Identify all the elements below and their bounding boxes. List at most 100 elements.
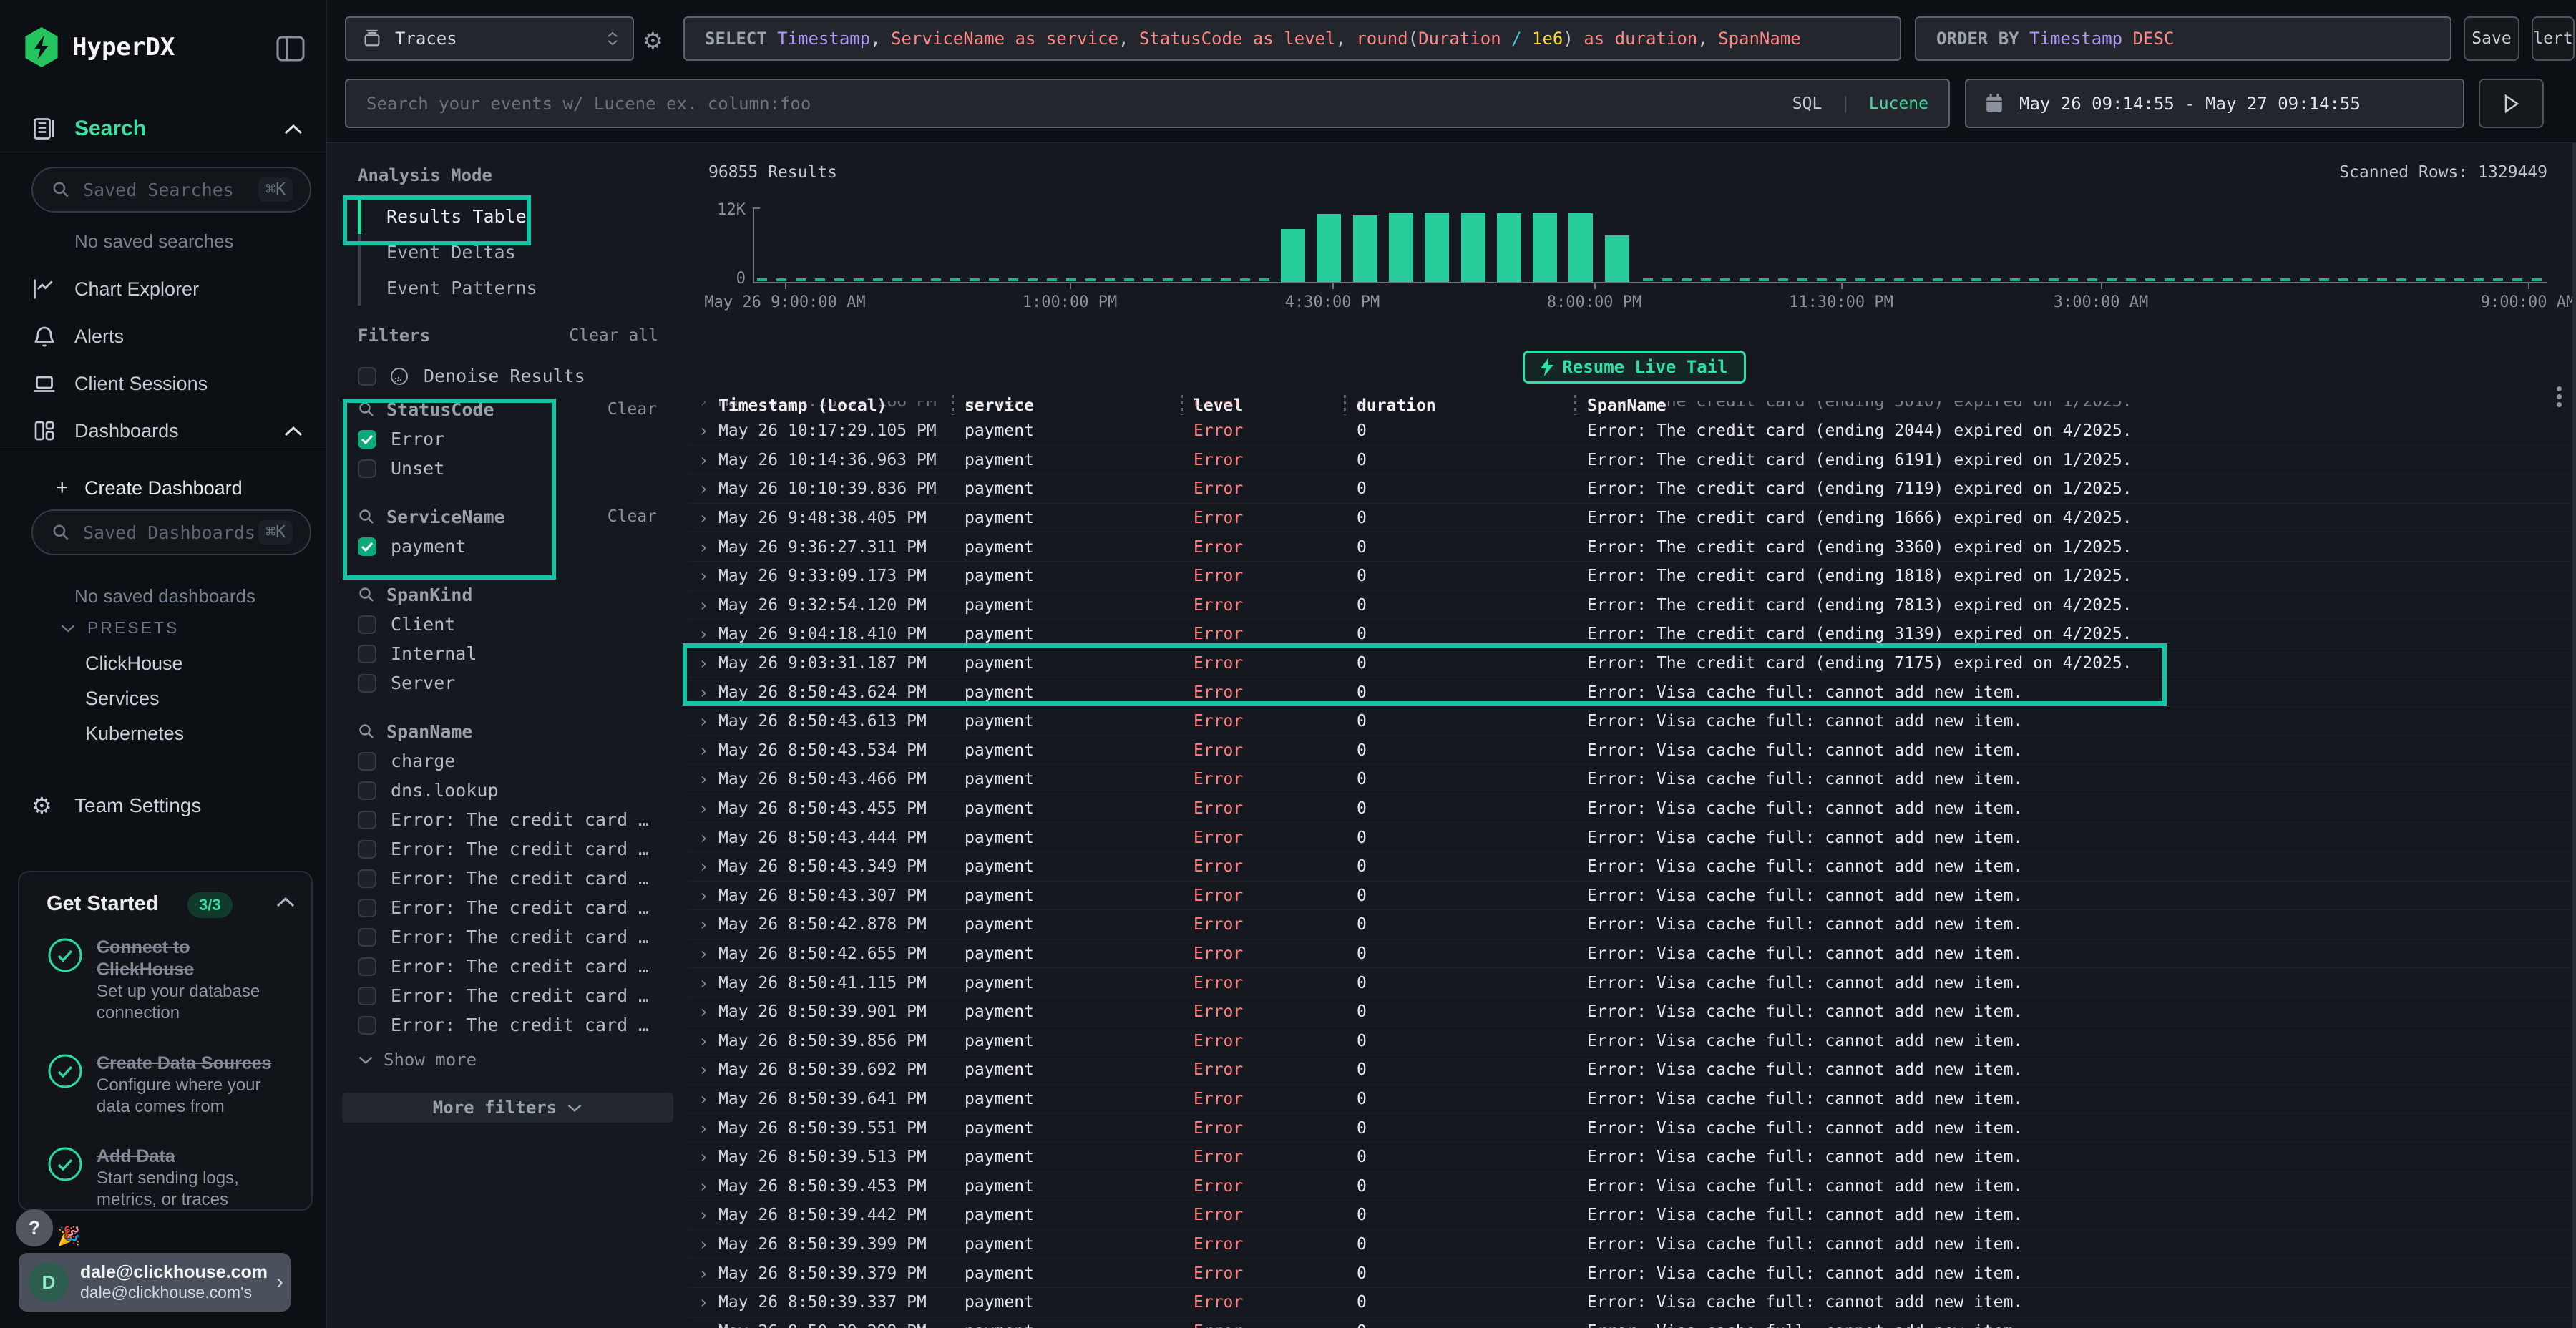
saved-searches-input[interactable]: Saved Searches ⌘K: [31, 167, 311, 213]
source-select[interactable]: Traces: [345, 16, 634, 61]
get-started-step[interactable]: Connect to ClickHouse Set up your databa…: [47, 937, 297, 1024]
checkbox-unchecked[interactable]: [358, 645, 376, 663]
row-expand-chevron-icon[interactable]: ›: [698, 1085, 708, 1114]
table-row[interactable]: ›May 26 8:50:39.641 PMpaymentError0Error…: [688, 1085, 2570, 1114]
row-expand-chevron-icon[interactable]: ›: [698, 474, 708, 504]
filter-option[interactable]: Error: The credit card …: [358, 893, 673, 922]
sidebar-item-alerts[interactable]: Alerts: [0, 316, 327, 356]
table-row[interactable]: ›May 26 8:50:43.349 PMpaymentError0Error…: [688, 852, 2570, 882]
filter-option[interactable]: Error: The credit card …: [358, 922, 673, 952]
row-expand-chevron-icon[interactable]: ›: [698, 707, 708, 736]
table-row[interactable]: ›May 26 9:36:27.311 PMpaymentError0Error…: [688, 532, 2570, 562]
row-expand-chevron-icon[interactable]: ›: [698, 1172, 708, 1201]
row-expand-chevron-icon[interactable]: ›: [698, 504, 708, 533]
denoise-results-toggle[interactable]: Denoise Results: [358, 361, 658, 391]
sql-orderby-editor[interactable]: ORDER BY Timestamp DESC: [1915, 16, 2451, 61]
filter-option[interactable]: Internal: [358, 639, 673, 668]
table-row[interactable]: ›May 26 10:10:39.836 PMpaymentError0Erro…: [688, 474, 2570, 504]
checkbox-unchecked[interactable]: [358, 928, 376, 947]
checkbox-unchecked[interactable]: [358, 459, 376, 478]
row-expand-chevron-icon[interactable]: ›: [698, 532, 708, 562]
get-started-step[interactable]: Add Data Start sending logs, metrics, or…: [47, 1146, 297, 1211]
more-filters-button[interactable]: More filters: [342, 1093, 673, 1123]
mode-event-patterns[interactable]: Event Patterns: [358, 270, 658, 306]
row-expand-chevron-icon[interactable]: ›: [698, 1027, 708, 1056]
table-row[interactable]: ›May 26 8:50:39.513 PMpaymentError0Error…: [688, 1143, 2570, 1172]
checkbox-unchecked[interactable]: [358, 869, 376, 888]
row-expand-chevron-icon[interactable]: ›: [698, 968, 708, 997]
histogram-bar[interactable]: [1389, 213, 1413, 282]
filter-option[interactable]: Server: [358, 668, 673, 698]
histogram-bar[interactable]: [1533, 213, 1557, 282]
presets-toggle[interactable]: PRESETS: [60, 618, 179, 638]
filter-option[interactable]: Error: The credit card …: [358, 952, 673, 981]
table-row[interactable]: ›May 26 8:50:43.466 PMpaymentError0Error…: [688, 765, 2570, 794]
lucene-toggle[interactable]: Lucene: [1869, 94, 1928, 113]
filter-option[interactable]: Error: The credit card …: [358, 1010, 673, 1040]
histogram-bar[interactable]: [1568, 213, 1593, 282]
checkbox-checked[interactable]: [358, 537, 376, 556]
partial-table-row[interactable]: ›May 26 10:18:51.166 PMpaymentError0Erro…: [688, 401, 2570, 416]
sidebar-item-client-sessions[interactable]: Client Sessions: [0, 363, 327, 404]
checkbox-unchecked[interactable]: [358, 781, 376, 800]
table-row[interactable]: ›May 26 9:03:31.187 PMpaymentError0Error…: [688, 649, 2570, 678]
preset-services[interactable]: Services: [85, 688, 160, 710]
histogram-bar[interactable]: [1317, 214, 1341, 282]
table-row[interactable]: ›May 26 8:50:39.453 PMpaymentError0Error…: [688, 1172, 2570, 1201]
row-expand-chevron-icon[interactable]: ›: [698, 401, 708, 416]
row-expand-chevron-icon[interactable]: ›: [698, 1230, 708, 1259]
row-expand-chevron-icon[interactable]: ›: [698, 1113, 708, 1143]
table-row[interactable]: ›May 26 8:50:43.534 PMpaymentError0Error…: [688, 736, 2570, 766]
histogram-bar[interactable]: [1353, 215, 1377, 283]
sidebar-item-team-settings[interactable]: ⚙ Team Settings: [0, 786, 327, 826]
clear-filter-link[interactable]: Clear: [608, 400, 657, 419]
date-range-picker[interactable]: May 26 09:14:55 - May 27 09:14:55: [1965, 79, 2464, 128]
filter-option[interactable]: Client: [358, 610, 673, 639]
row-expand-chevron-icon[interactable]: ›: [698, 794, 708, 824]
row-expand-chevron-icon[interactable]: ›: [698, 1055, 708, 1085]
checkbox-unchecked[interactable]: [358, 957, 376, 976]
checkbox-unchecked[interactable]: [358, 811, 376, 829]
table-row[interactable]: ›May 26 10:14:36.963 PMpaymentError0Erro…: [688, 446, 2570, 475]
row-expand-chevron-icon[interactable]: ›: [698, 1259, 708, 1288]
checkbox-unchecked[interactable]: [358, 367, 376, 386]
filter-option[interactable]: payment: [358, 532, 673, 561]
row-expand-chevron-icon[interactable]: ›: [698, 562, 708, 591]
table-row[interactable]: ›May 26 9:04:18.410 PMpaymentError0Error…: [688, 620, 2570, 649]
table-row[interactable]: ›May 26 8:50:42.878 PMpaymentError0Error…: [688, 910, 2570, 939]
table-row[interactable]: ›May 26 9:33:09.173 PMpaymentError0Error…: [688, 562, 2570, 591]
table-row[interactable]: ›May 26 8:50:43.624 PMpaymentError0Error…: [688, 678, 2570, 707]
chevron-up-icon[interactable]: [275, 897, 296, 912]
get-started-step[interactable]: Create Data Sources Configure where your…: [47, 1053, 297, 1118]
alerts-button[interactable]: Alerts: [2532, 16, 2575, 61]
table-row[interactable]: ›May 26 8:50:39.399 PMpaymentError0Error…: [688, 1230, 2570, 1259]
row-expand-chevron-icon[interactable]: ›: [698, 591, 708, 620]
row-expand-chevron-icon[interactable]: ›: [698, 765, 708, 794]
histogram-bar[interactable]: [1497, 213, 1521, 282]
row-expand-chevron-icon[interactable]: ›: [698, 736, 708, 766]
filter-option[interactable]: Error: The credit card …: [358, 981, 673, 1010]
sql-toggle[interactable]: SQL: [1792, 94, 1823, 113]
run-query-button[interactable]: [2479, 79, 2544, 128]
histogram-bar[interactable]: [1461, 213, 1485, 282]
clear-all-link[interactable]: Clear all: [569, 326, 658, 345]
saved-dashboards-input[interactable]: Saved Dashboards ⌘K: [31, 509, 311, 555]
table-row[interactable]: ›May 26 8:50:39.379 PMpaymentError0Error…: [688, 1259, 2570, 1288]
create-dashboard-button[interactable]: + Create Dashboard: [0, 468, 327, 508]
table-row[interactable]: ›May 26 8:50:43.444 PMpaymentError0Error…: [688, 823, 2570, 852]
checkbox-unchecked[interactable]: [358, 840, 376, 859]
row-expand-chevron-icon[interactable]: ›: [698, 649, 708, 678]
table-row[interactable]: ›May 26 9:48:38.405 PMpaymentError0Error…: [688, 504, 2570, 533]
row-expand-chevron-icon[interactable]: ›: [698, 678, 708, 707]
table-row[interactable]: ›May 26 8:50:39.692 PMpaymentError0Error…: [688, 1055, 2570, 1085]
mode-event-deltas[interactable]: Event Deltas: [358, 234, 658, 270]
row-expand-chevron-icon[interactable]: ›: [698, 1143, 708, 1172]
table-row[interactable]: ›May 26 8:50:41.115 PMpaymentError0Error…: [688, 968, 2570, 997]
filter-option[interactable]: Error: [358, 424, 673, 454]
checkbox-unchecked[interactable]: [358, 752, 376, 771]
preset-clickhouse[interactable]: ClickHouse: [85, 653, 183, 675]
show-more-link[interactable]: Show more: [358, 1050, 477, 1070]
checkbox-unchecked[interactable]: [358, 674, 376, 693]
histogram-bar[interactable]: [1605, 235, 1629, 282]
row-expand-chevron-icon[interactable]: ›: [698, 852, 708, 882]
